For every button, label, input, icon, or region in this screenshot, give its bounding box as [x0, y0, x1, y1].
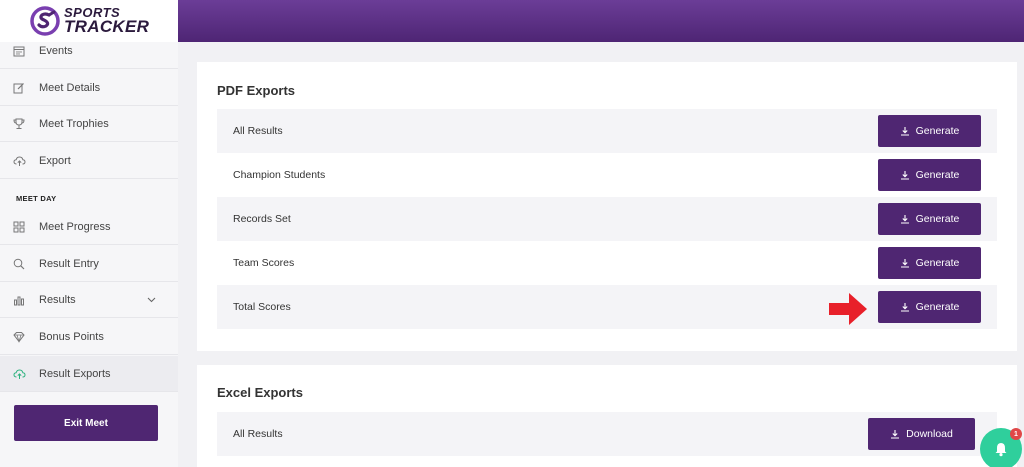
- grid-icon: [12, 220, 26, 234]
- trophy-icon: [12, 117, 26, 131]
- table-row: All Results Generate: [217, 109, 997, 153]
- row-label: Records Set: [233, 213, 291, 225]
- sidebar-item-results[interactable]: Results: [0, 282, 178, 318]
- generate-champion-students-button[interactable]: Generate: [878, 159, 981, 191]
- sidebar-item-label: Results: [39, 293, 76, 306]
- cloud-upload-icon: [12, 367, 26, 381]
- button-label: Download: [906, 428, 953, 440]
- top-header-bar: [178, 0, 1024, 42]
- diamond-icon: [12, 330, 26, 344]
- table-row: Champion Students Generate: [217, 153, 997, 197]
- button-label: Generate: [915, 169, 960, 181]
- row-label: Total Scores: [233, 301, 291, 313]
- sidebar-item-label: Bonus Points: [39, 330, 104, 343]
- sidebar-item-meet-trophies[interactable]: Meet Trophies: [0, 106, 178, 142]
- table-row: Records Set Generate: [217, 197, 997, 241]
- sidebar-item-result-entry[interactable]: Result Entry: [0, 246, 178, 282]
- sidebar-item-export[interactable]: Export: [0, 143, 178, 179]
- notification-count-badge: 1: [1010, 428, 1022, 440]
- sidebar-item-label: Events: [39, 45, 73, 57]
- bar-chart-icon: [12, 293, 26, 307]
- row-label: Champion Students: [233, 169, 326, 181]
- button-label: Generate: [915, 213, 960, 225]
- row-label: All Results: [233, 125, 283, 137]
- chevron-down-icon[interactable]: [147, 294, 156, 306]
- download-icon: [900, 127, 909, 136]
- edit-icon: [12, 81, 26, 95]
- sidebar-item-label: Export: [39, 154, 71, 167]
- sidebar: SPORTS TRACKER Events Meet Details Meet …: [0, 0, 178, 467]
- table-row: Team Scores Generate: [217, 241, 997, 285]
- download-icon: [891, 430, 900, 439]
- calendar-icon: [12, 44, 26, 58]
- button-label: Generate: [915, 125, 960, 137]
- red-arrow-icon: [829, 293, 867, 330]
- sidebar-item-meet-details[interactable]: Meet Details: [0, 70, 178, 106]
- sidebar-item-meet-progress[interactable]: Meet Progress: [0, 209, 178, 245]
- button-label: Generate: [915, 301, 960, 313]
- logo-line2: TRACKER: [64, 17, 150, 36]
- logo-text: SPORTS TRACKER: [64, 6, 150, 36]
- sidebar-item-label: Result Entry: [39, 257, 99, 270]
- table-row: Total Scores Generate: [217, 285, 997, 329]
- excel-exports-card: Excel Exports All Results Download: [197, 365, 1017, 467]
- sidebar-item-label: Meet Progress: [39, 220, 111, 233]
- row-label: All Results: [233, 428, 283, 440]
- sidebar-item-label: Result Exports: [39, 367, 111, 380]
- bell-icon: [995, 443, 1007, 457]
- row-label: Team Scores: [233, 257, 295, 269]
- sidebar-item-label: Meet Details: [39, 81, 101, 94]
- sidebar-item-label: Meet Trophies: [39, 117, 109, 130]
- download-all-results-button[interactable]: Download: [868, 418, 975, 450]
- button-label: Generate: [915, 257, 960, 269]
- generate-total-scores-button[interactable]: Generate: [878, 291, 981, 323]
- table-row: All Results Download: [217, 412, 997, 456]
- download-icon: [900, 215, 909, 224]
- generate-team-scores-button[interactable]: Generate: [878, 247, 981, 279]
- logo-mark-icon: [30, 6, 60, 36]
- section-label-meet-day: MEET DAY: [16, 194, 57, 203]
- search-icon: [12, 257, 26, 271]
- sidebar-item-bonus-points[interactable]: Bonus Points: [0, 319, 178, 355]
- download-icon: [900, 303, 909, 312]
- generate-all-results-button[interactable]: Generate: [878, 115, 981, 147]
- generate-records-set-button[interactable]: Generate: [878, 203, 981, 235]
- pdf-exports-title: PDF Exports: [217, 83, 296, 98]
- sidebar-item-result-exports[interactable]: Result Exports: [0, 356, 178, 392]
- download-icon: [900, 171, 909, 180]
- exit-meet-button[interactable]: Exit Meet: [14, 405, 158, 441]
- sidebar-item-events[interactable]: Events: [0, 34, 178, 69]
- download-icon: [900, 259, 909, 268]
- pdf-exports-card: PDF Exports All Results Generate Champio…: [197, 62, 1017, 351]
- excel-exports-title: Excel Exports: [217, 385, 303, 400]
- cloud-upload-icon: [12, 154, 26, 168]
